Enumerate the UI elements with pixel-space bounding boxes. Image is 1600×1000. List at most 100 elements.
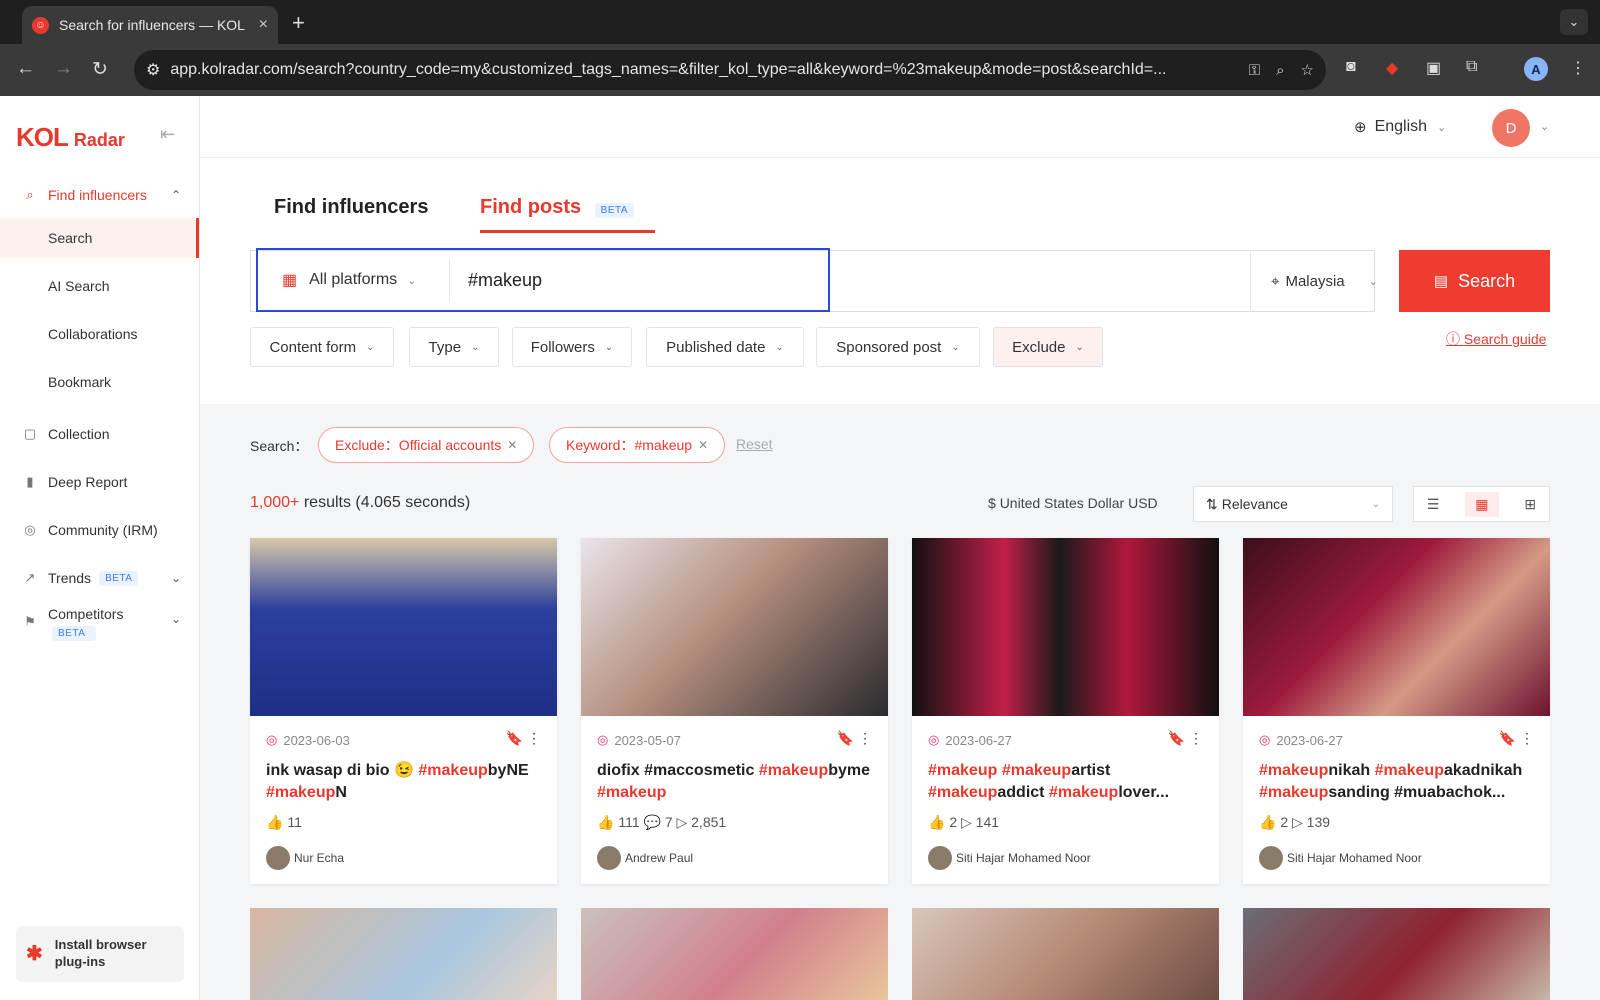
- close-tab-icon[interactable]: ×: [259, 16, 268, 34]
- browser-menu-icon[interactable]: ⋮: [1570, 58, 1586, 78]
- chevron-up-icon: ⌃: [170, 188, 181, 202]
- user-avatar[interactable]: D: [1492, 109, 1530, 147]
- bookmark-icon[interactable]: 🔖 ⋮: [1499, 730, 1534, 747]
- address-bar[interactable]: ⚙ app.kolradar.com/search?country_code=m…: [134, 50, 1326, 90]
- tab-search-icon[interactable]: ⌄: [1560, 9, 1588, 35]
- close-icon[interactable]: ✕: [507, 438, 517, 452]
- search-button[interactable]: ▤ Search: [1399, 250, 1550, 312]
- filter-sponsored-post[interactable]: Sponsored post ⌄: [816, 327, 980, 367]
- zoom-icon[interactable]: ⌕: [1276, 62, 1284, 79]
- post-image[interactable]: [1243, 538, 1550, 716]
- post-card[interactable]: ◎ 2023-06-03 🔖 ⋮ ink wasap di bio 😉 #make…: [250, 538, 557, 884]
- sidebar-item-label: Find influencers: [48, 187, 147, 203]
- sidebar-item-trends[interactable]: ↗ Trends BETA ⌄: [0, 558, 199, 598]
- post-author[interactable]: Andrew Paul: [597, 846, 693, 870]
- post-card[interactable]: ◎ 2023-06-27 🔖 ⋮ #makeupnikah #makeupakad…: [1243, 538, 1550, 884]
- post-date: 2023-06-27: [1276, 732, 1343, 748]
- chevron-down-icon: ⌄: [366, 341, 375, 353]
- filter-type[interactable]: Type ⌄: [409, 327, 499, 367]
- post-author[interactable]: Siti Hajar Mohamed Noor: [1259, 846, 1422, 870]
- bookmark-icon[interactable]: 🔖 ⋮: [837, 730, 872, 747]
- sidebar-item-ai-search[interactable]: AI Search: [0, 266, 199, 306]
- new-tab-icon[interactable]: +: [292, 10, 305, 36]
- kol-extension-icon[interactable]: ◆: [1386, 58, 1398, 78]
- bookmark-icon[interactable]: 🔖 ⋮: [1168, 730, 1203, 747]
- sidebar-item-bookmark[interactable]: Bookmark: [0, 362, 199, 402]
- post-meta: ◎ 2023-06-03: [266, 732, 350, 748]
- post-author[interactable]: Nur Echa: [266, 846, 344, 870]
- sidebar-item-search[interactable]: Search: [0, 218, 199, 258]
- browser-profile-avatar[interactable]: A: [1524, 57, 1548, 81]
- sidebar-item-find-influencers[interactable]: ⌕ Find influencers ⌃: [0, 175, 199, 215]
- platform-select[interactable]: ▦ All platforms ⌄: [282, 270, 416, 290]
- tab-find-posts[interactable]: Find posts BETA: [480, 196, 635, 219]
- filter-content-form[interactable]: Content form ⌄: [250, 327, 394, 367]
- chevron-down-icon: ⌄: [407, 274, 417, 287]
- search-guide-link[interactable]: ⓘ Search guide: [1446, 329, 1546, 349]
- post-image[interactable]: [250, 908, 557, 1000]
- password-key-icon[interactable]: ⚿: [1249, 62, 1260, 79]
- post-author[interactable]: Siti Hajar Mohamed Noor: [928, 846, 1091, 870]
- post-card[interactable]: ◎ 2023-05-07 🔖 ⋮ diofix #maccosmetic #mak…: [581, 538, 888, 884]
- instagram-icon: ◎: [1259, 732, 1271, 747]
- filter-label: Content form: [269, 338, 357, 356]
- sidebar-item-collection[interactable]: ▢ Collection: [0, 414, 199, 454]
- search-panel: Find influencers Find posts BETA ▦ All p…: [200, 158, 1600, 404]
- camera-extension-icon[interactable]: ◙: [1346, 58, 1356, 76]
- author-name: Nur Echa: [294, 851, 345, 865]
- post-image[interactable]: [581, 908, 888, 1000]
- community-icon: ◎: [24, 522, 36, 537]
- list-view-icon[interactable]: ☰: [1427, 496, 1440, 513]
- site-info-icon[interactable]: ⚙: [146, 60, 160, 80]
- results-count: 1,000+ results (4.065 seconds): [250, 494, 470, 512]
- tab-find-influencers[interactable]: Find influencers: [274, 196, 428, 219]
- post-image[interactable]: [912, 908, 1219, 1000]
- post-card[interactable]: ◎ 2023-06-27 🔖 ⋮ #makeup #makeupartist #m…: [912, 538, 1219, 884]
- table-view-icon[interactable]: ⊞: [1524, 496, 1536, 513]
- bookmark-icon[interactable]: 🔖 ⋮: [506, 730, 541, 747]
- post-caption: ink wasap di bio 😉 #makeupbyNE #makeupN: [266, 762, 529, 801]
- filter-followers[interactable]: Followers ⌄: [512, 327, 632, 367]
- tab-title: Search for influencers — KOL: [59, 17, 245, 33]
- country-label: Malaysia: [1285, 272, 1345, 290]
- country-select[interactable]: ⌖ Malaysia ⌄: [1250, 250, 1395, 312]
- sidebar-item-label: Collaborations: [48, 326, 138, 342]
- bookmark-star-icon[interactable]: ☆: [1301, 61, 1314, 79]
- dollar-icon: $: [988, 495, 1000, 511]
- install-plugin-button[interactable]: ✱ Install browser plug-ins: [16, 926, 184, 982]
- reload-icon[interactable]: ↻: [92, 58, 108, 81]
- forward-icon[interactable]: →: [54, 58, 73, 80]
- language-selector[interactable]: ⊕ English ⌄: [1354, 118, 1446, 136]
- post-image[interactable]: [581, 538, 888, 716]
- post-image[interactable]: [250, 538, 557, 716]
- card-view-icon[interactable]: ▦: [1465, 491, 1499, 517]
- chip-exclude-official[interactable]: Exclude：Official accounts ✕: [318, 427, 535, 463]
- puzzle-extensions-icon[interactable]: ⧉: [1466, 58, 1477, 76]
- filter-published-date[interactable]: Published date ⌄: [646, 327, 804, 367]
- sidebar-item-collaborations[interactable]: Collaborations: [0, 314, 199, 354]
- filter-exclude[interactable]: Exclude ⌄: [993, 327, 1103, 367]
- sidebar-item-community[interactable]: ◎ Community (IRM): [0, 510, 199, 550]
- keyword-input[interactable]: #makeup: [468, 270, 542, 291]
- chevron-down-icon: ⌄: [604, 341, 614, 353]
- currency-select[interactable]: $ United States Dollar USD: [988, 495, 1158, 511]
- sidebar-item-competitors[interactable]: ⚑ Competitors BETA ⌄: [0, 602, 199, 654]
- post-image[interactable]: [1243, 908, 1550, 1000]
- post-image[interactable]: [912, 538, 1219, 716]
- sidebar-item-deep-report[interactable]: ▮ Deep Report: [0, 462, 199, 502]
- close-icon[interactable]: ✕: [698, 438, 708, 452]
- chip-keyword[interactable]: Keyword：#makeup ✕: [549, 427, 726, 463]
- chevron-down-icon: ⌄: [1371, 498, 1380, 510]
- author-name: Siti Hajar Mohamed Noor: [956, 851, 1091, 865]
- post-date: 2023-05-07: [614, 732, 681, 748]
- extension-icon[interactable]: ▣: [1426, 58, 1441, 78]
- view-toggle: ☰ ▦ ⊞: [1413, 486, 1550, 522]
- browser-tab[interactable]: ☺ Search for influencers — KOL ×: [22, 6, 278, 44]
- sort-select[interactable]: ⇅ Relevance ⌄: [1193, 486, 1393, 522]
- kol-radar-logo[interactable]: KOL Radar: [16, 122, 125, 153]
- chevron-down-icon[interactable]: ⌄: [1540, 120, 1549, 133]
- reset-link[interactable]: Reset: [736, 436, 773, 452]
- collapse-sidebar-icon[interactable]: ⇤: [160, 124, 175, 145]
- url-text[interactable]: app.kolradar.com/search?country_code=my&…: [170, 61, 1232, 79]
- back-icon[interactable]: ←: [16, 58, 35, 80]
